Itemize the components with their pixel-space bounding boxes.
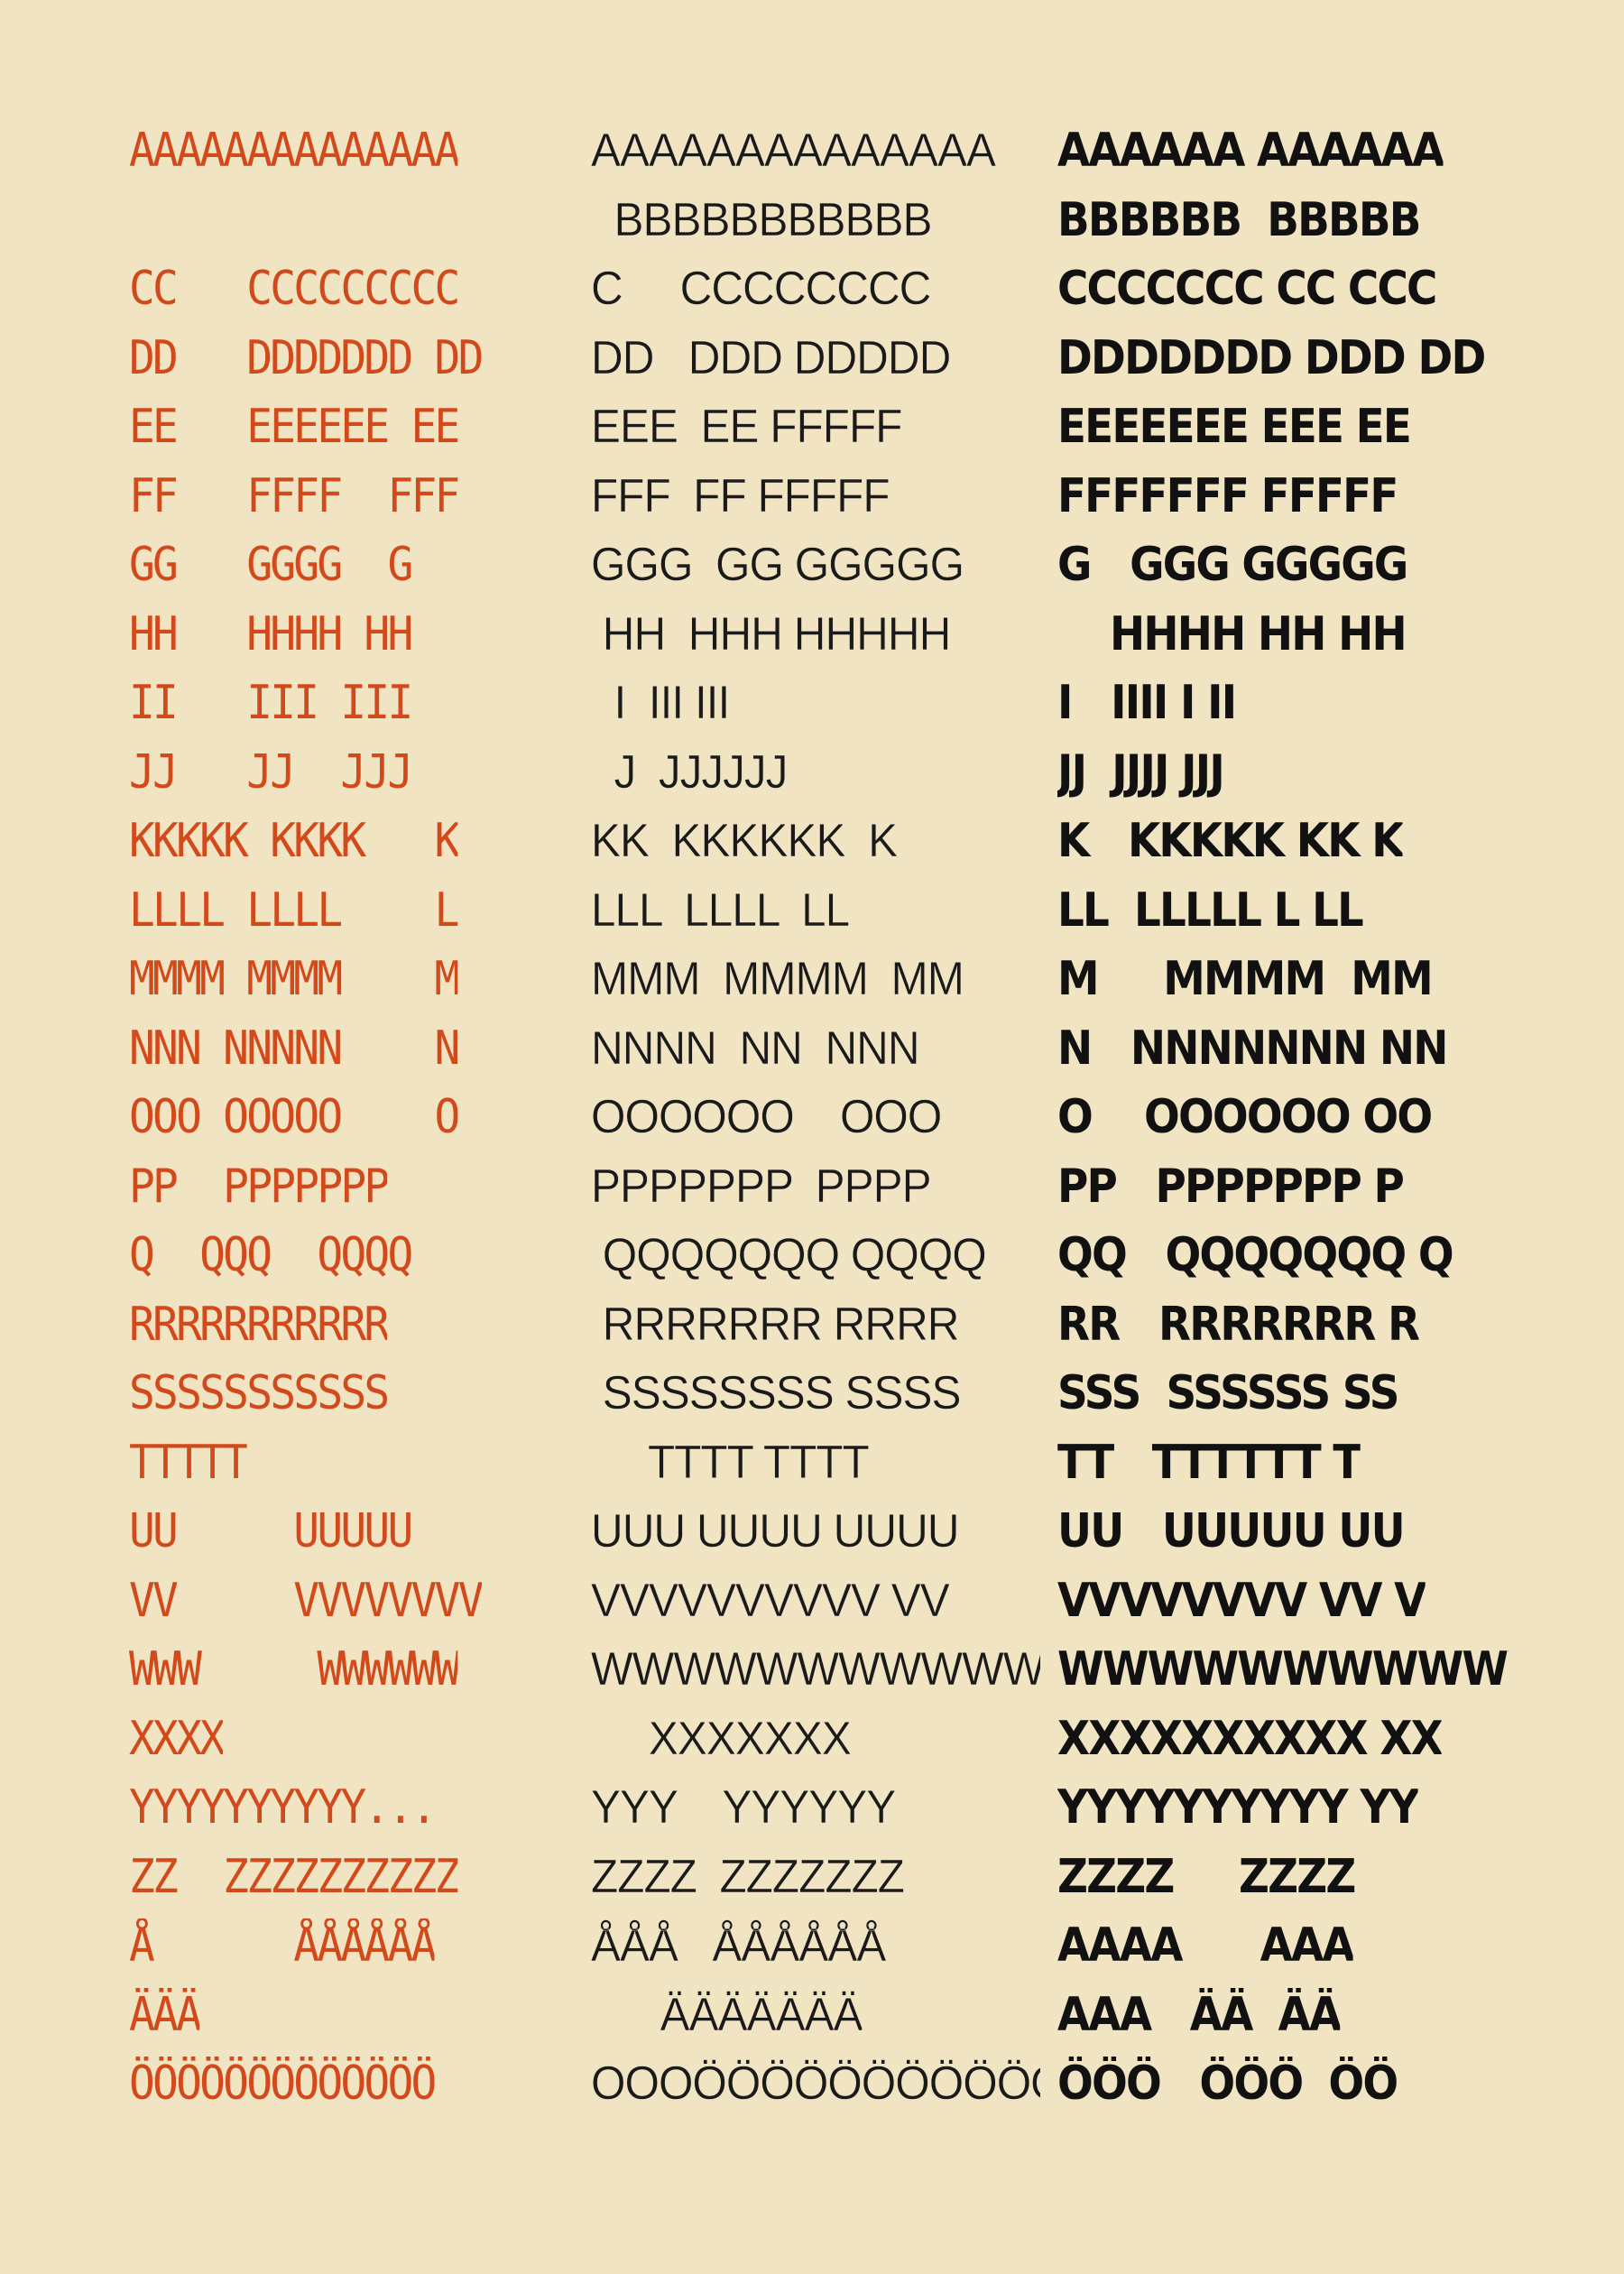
letter-row: TTTT TTTT (591, 1437, 869, 1489)
letter-row: GG GGGG G (129, 538, 411, 592)
letter-row: Q QQQ QQQQ (129, 1228, 411, 1282)
letter-row: C CCCCCCCC (591, 263, 931, 315)
letter-row: PP PPPPPPP (129, 1160, 388, 1214)
letter-row: II III III (129, 676, 411, 730)
letter-row: GGG GG GGGGG (591, 539, 964, 591)
letter-row: RRRRRRR RRRR (591, 1299, 959, 1351)
letter-row: RRRRRRRRRRR (129, 1298, 388, 1352)
letter-row: DD DDD DDDDD (591, 332, 951, 384)
letter-row: LLL LLLL LL (591, 884, 850, 937)
letter-row: NNNN NN NNN (591, 1022, 919, 1075)
letter-row: MMM MMMM MM (591, 953, 964, 1005)
letter-row: DDDDDDD DDD DD (1057, 331, 1485, 385)
letter-row: QQQQQQQ QQQQ (591, 1229, 986, 1281)
letter-row: WWW WWWWWW (129, 1642, 458, 1696)
letter-row: AAAAAAAAAAAAAA (129, 124, 458, 178)
letter-row: TTTTT (129, 1436, 247, 1490)
letter-row: Å ÅÅÅÅÅÅ (129, 1918, 435, 1973)
letter-row: WWWWWWWWWWWWWW (1057, 1642, 1509, 1696)
letter-row: CCCCCCC CC CCC (1057, 262, 1436, 316)
letter-row: XXXX (129, 1712, 224, 1766)
letter-row: OOO OOOOO O (129, 1090, 458, 1144)
letter-row: YYY YYYYYY (591, 1781, 896, 1834)
letter-row: CC CCCCCCCCC (129, 262, 458, 316)
letter-row: ÄÄÄ (129, 1988, 200, 2042)
letter-row: VVVVVVVV VV V (1057, 1574, 1426, 1628)
letter-row: UU UUUUU (129, 1504, 411, 1558)
letter-row: RR RRRRRRR R (1057, 1298, 1419, 1352)
letter-row: HHHH HH HH (1057, 607, 1406, 661)
letter-row: EE EEEEEE EE (129, 400, 458, 454)
letter-row: EEEEEEE EEE EE (1057, 400, 1411, 454)
letter-row: NNN NNNNN N (129, 1021, 458, 1076)
letter-row: VV VVVVVVVV (129, 1574, 482, 1628)
letter-row: M MMMM MM (1057, 952, 1432, 1006)
letter-row: OOOOOO OOO (591, 1091, 942, 1143)
red-letter-column: AAAAAAAAAAAAAA CC CCCCCCCCC DD DDDDDDD DD E… (129, 124, 574, 2109)
letter-row: BBBBBB BBBBB (1057, 193, 1420, 247)
letter-row: FFF FF FFFFF (591, 470, 890, 522)
letter-row: LLLL LLLL L (129, 883, 458, 938)
letter-row: JJ JJJJ JJJ (1057, 745, 1224, 800)
letter-row: BBBBBBBBBBB (591, 194, 932, 246)
thin-letter-column: AAAAAAAAAAAAAA BBBBBBBBBBB C CCCCCCCC DD D… (591, 124, 1040, 2109)
letter-row: HH HHHH HH (129, 607, 411, 661)
letter-row: XXXXXXX (591, 1713, 851, 1765)
letter-row: N NNNNNNN NN (1057, 1021, 1447, 1076)
letter-row: K KKKKK KK K (1057, 814, 1403, 868)
letter-row: VVVVVVVVVV VV (591, 1575, 949, 1627)
letter-row: FF FFFF FFF (129, 469, 458, 523)
letter-row: YYYYYYYYYY... (129, 1780, 435, 1835)
letter-row: DD DDDDDDD DD (129, 331, 482, 385)
letter-row: HH HHH HHHHH (591, 608, 951, 661)
letter-row: LL LLLLL L LL (1057, 883, 1363, 938)
letter-row: I III III (591, 677, 730, 729)
letter-row: SSS SSSSSS SS (1057, 1366, 1398, 1420)
letter-row: XXXXXXXXXX XX (1057, 1712, 1442, 1766)
letter-row: AAAAAAAAAAAAAA (591, 125, 995, 177)
letter-row: KKKKK KKKK K (129, 814, 458, 868)
letter-row: EEE EE FFFFF (591, 401, 902, 453)
letter-row: ÅÅÅ ÅÅÅÅÅÅ (591, 1919, 886, 1972)
letter-row: JJ JJ JJJ (129, 745, 411, 800)
letter-row: AAAAAA AAAAAA (1057, 124, 1444, 178)
letter-row: ZZ ZZZZZZZZZZ (129, 1850, 458, 1904)
letter-row: KK KKKKKK K (591, 815, 898, 867)
letter-row: OOOÖÖÖÖÖÖÖÖÖÖÖ (591, 2057, 1040, 2109)
letter-row: I IIII I II (1057, 676, 1236, 730)
letter-row: MMMM MMMM M (129, 952, 458, 1006)
letter-row: ÖÖÖ ÖÖÖ ÖÖ (1057, 2057, 1398, 2109)
letter-row: AAA ÄÄ ÄÄ (1057, 1988, 1341, 2042)
letter-row: ÖÖÖÖÖÖÖÖÖÖÖÖÖ (129, 2057, 435, 2109)
letter-row: UU UUUUU UU (1057, 1504, 1404, 1558)
letter-row: PP PPPPPPP P (1057, 1160, 1403, 1214)
letter-row: UUU UUUU UUUU (591, 1505, 959, 1558)
letter-row: ZZZZ ZZZZZZZ (591, 1851, 905, 1903)
letter-row: O OOOOOO OO (1057, 1090, 1432, 1144)
letter-row: YYYYYYYYYY YY (1057, 1780, 1418, 1835)
letter-row: WWWWWWWWWWWWWW (591, 1643, 1040, 1696)
type-specimen-poster: AAAAAAAAAAAAAA CC CCCCCCCCC DD DDDDDDD DD E… (0, 0, 1624, 2274)
letter-row: ÄÄÄÄÄÄÄ (591, 1989, 863, 2041)
letter-row: J JJJJJJ (591, 746, 788, 799)
letter-row: QQ QQQQQQQ Q (1057, 1228, 1453, 1282)
letter-row: SSSSSSSSSSS (129, 1366, 388, 1420)
letter-row: G GGG GGGGG (1057, 538, 1407, 592)
letter-row: FFFFFFF FFFFF (1057, 469, 1398, 523)
letter-row: AAAA AAA (1057, 1918, 1353, 1973)
letter-row: ZZZZ ZZZZ (1057, 1850, 1355, 1904)
bold-letter-column: AAAAAA AAAAAA BBBBBB BBBBB CCCCCCC CC CCC D… (1057, 124, 1509, 2109)
letter-row: SSSSSSSS SSSS (591, 1367, 961, 1419)
letter-row: PPPPPPP PPPP (591, 1160, 931, 1213)
letter-row: TT TTTTTT T (1057, 1436, 1361, 1490)
